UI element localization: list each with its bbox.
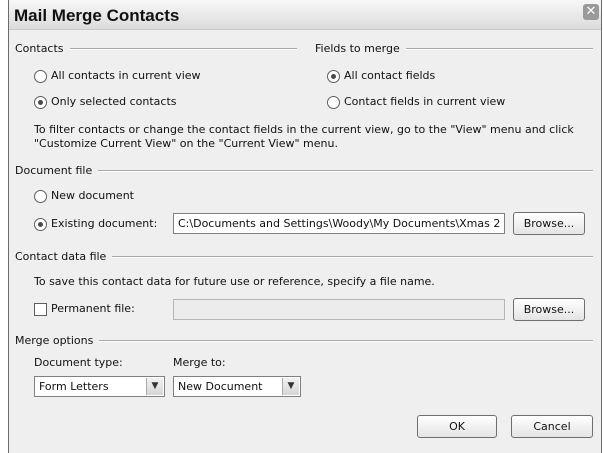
dialog-title: Mail Merge Contacts [14,6,180,25]
contact-data-file-group-label: Contact data file [15,250,107,263]
merge-to-value: New Document [178,380,263,393]
all-contacts-radio[interactable] [34,70,47,83]
chevron-down-icon[interactable]: ▼ [282,378,299,395]
existing-document-path-input[interactable]: C:\Documents and Settings\Woody\My Docum… [173,213,505,234]
existing-document-label[interactable]: Existing document: [51,217,157,230]
chevron-down-icon[interactable]: ▼ [146,378,163,395]
ok-button[interactable]: OK [417,415,497,438]
contacts-group-label: Contacts [15,42,64,55]
selected-contacts-radio[interactable] [34,96,47,109]
document-file-group-label: Document file [15,164,93,177]
new-document-label[interactable]: New document [51,189,134,202]
new-document-radio[interactable] [34,190,47,203]
group-divider [405,47,593,50]
document-type-value: Form Letters [39,380,109,393]
contact-data-file-group-header: Contact data file [15,250,593,263]
contact-data-browse-button[interactable]: Browse... [513,298,585,321]
contacts-group-header: Contacts [15,42,297,55]
group-divider [99,339,593,342]
fields-group-header: Fields to merge [315,42,593,55]
permanent-file-label[interactable]: Permanent file: [51,302,135,315]
mail-merge-dialog: Mail Merge Contacts ✕ Contacts All conta… [8,0,602,453]
group-divider [69,47,297,50]
current-view-fields-radio[interactable] [327,96,340,109]
current-view-fields-label[interactable]: Contact fields in current view [344,95,505,108]
close-icon[interactable]: ✕ [583,4,599,20]
merge-to-select[interactable]: New Document ▼ [173,376,301,397]
all-fields-label[interactable]: All contact fields [344,69,435,82]
existing-document-radio[interactable] [34,218,47,231]
document-type-select[interactable]: Form Letters ▼ [34,376,165,397]
document-browse-button[interactable]: Browse... [513,212,585,235]
merge-options-group-header: Merge options [15,334,593,347]
all-fields-radio[interactable] [327,70,340,83]
document-type-label: Document type: [34,356,123,369]
selected-contacts-label[interactable]: Only selected contacts [51,95,177,108]
permanent-file-checkbox[interactable] [34,303,47,316]
title-bar: Mail Merge Contacts ✕ [9,0,601,30]
group-divider [98,169,593,172]
filter-note-line1: To filter contacts or change the contact… [34,123,574,136]
fields-group-label: Fields to merge [315,42,400,55]
document-file-group-header: Document file [15,164,593,177]
permanent-file-path-input[interactable] [173,299,505,320]
group-divider [112,255,593,258]
cancel-button[interactable]: Cancel [511,415,593,438]
all-contacts-label[interactable]: All contacts in current view [51,69,201,82]
merge-to-label: Merge to: [173,356,226,369]
contact-data-description: To save this contact data for future use… [34,275,435,288]
merge-options-group-label: Merge options [15,334,94,347]
filter-note-line2: "Customize Current View" on the "Current… [34,137,338,150]
